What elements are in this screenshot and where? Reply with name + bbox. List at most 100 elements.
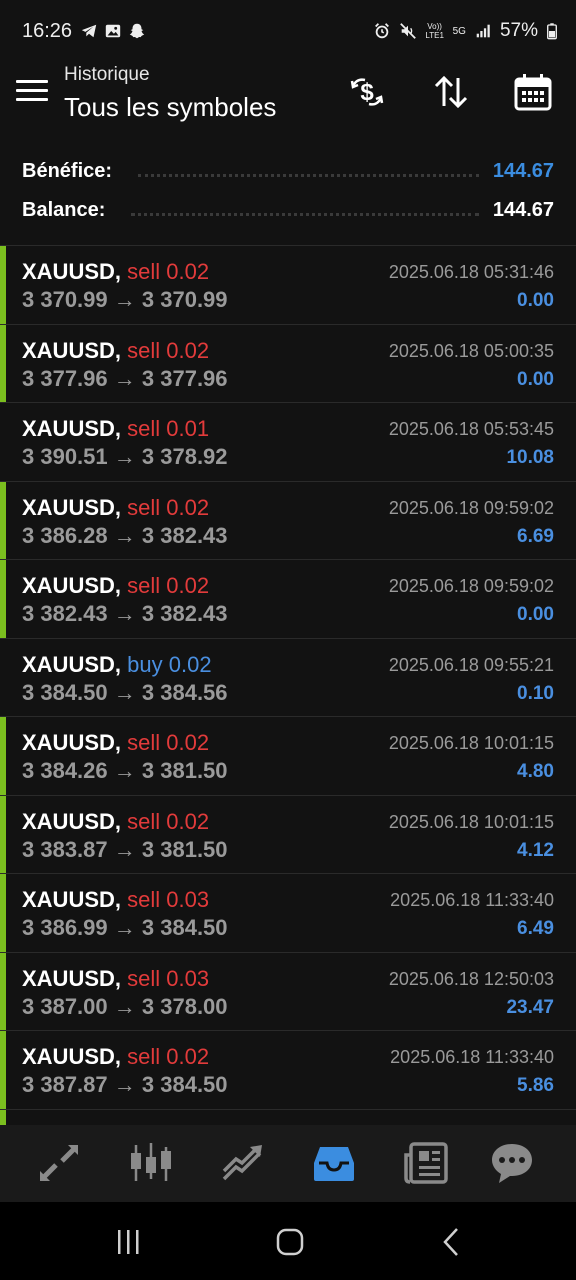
trade-row[interactable]: XAUUSD, sell 0.02 3 383.87 → 3 381.50 2025…: [0, 795, 576, 874]
open-price: 3 384.26: [22, 758, 108, 783]
trade-profit: 0.00: [517, 368, 554, 390]
chart-icon[interactable]: [128, 1141, 174, 1185]
trade-row[interactable]: XAUUSD, sell 0.02: [0, 1109, 576, 1125]
trade-symbol: XAUUSD, buy 0.02: [22, 652, 212, 678]
symbol-name: XAUUSD,: [22, 1044, 122, 1069]
open-price: 3 377.96: [22, 365, 108, 391]
telegram-icon: [81, 24, 97, 38]
trade-symbol: XAUUSD, sell 0.02: [22, 573, 209, 599]
calendar-icon[interactable]: [513, 72, 553, 112]
trade-row[interactable]: XAUUSD, sell 0.02 3 377.96 → 3 377.96 2025…: [0, 324, 576, 403]
trade-prices: 3 386.28 → 3 382.43: [22, 523, 228, 549]
trade-row[interactable]: XAUUSD, buy 0.02 3 384.50 → 3 384.56 2025.…: [0, 639, 576, 717]
trade-row[interactable]: XAUUSD, sell 0.02 3 386.28 → 3 382.43 2025…: [0, 481, 576, 560]
position-indicator-bar: [0, 1109, 6, 1125]
trade-prices: 3 384.50 → 3 384.56: [22, 680, 228, 706]
trade-row[interactable]: XAUUSD, sell 0.02 3 387.87 → 3 384.50 2025…: [0, 1031, 576, 1110]
svg-text:$: $: [360, 79, 374, 106]
sort-icon[interactable]: [431, 72, 471, 112]
trade-prices: 3 390.51 → 3 378.92: [22, 444, 228, 470]
symbol-name: XAUUSD,: [22, 337, 122, 363]
open-price: 3 387.00: [22, 993, 108, 1019]
trade-volume: 0.02: [168, 651, 212, 677]
trade-row[interactable]: XAUUSD, sell 0.02 3 382.43 → 3 382.43 2025…: [0, 560, 576, 639]
open-price: 3 390.51: [22, 444, 108, 469]
arrow-icon: →: [113, 836, 136, 862]
trade-volume: 0.02: [166, 494, 210, 520]
trade-profit: 5.86: [517, 1075, 554, 1096]
trade-row[interactable]: XAUUSD, sell 0.03 3 386.99 → 3 384.50 2025…: [0, 874, 576, 953]
volte-icon: Vo)) LTE1: [425, 22, 444, 40]
trade-row[interactable]: XAUUSD, sell 0.02 3 384.26 → 3 381.50 2025…: [0, 717, 576, 796]
symbol-name: XAUUSD,: [22, 887, 122, 912]
messages-icon[interactable]: [489, 1141, 535, 1185]
status-bar: 16:26 Vo)) LTE1 5G 57%: [0, 0, 576, 60]
symbol-name: XAUUSD,: [22, 416, 122, 441]
mute-icon: [399, 23, 416, 39]
trade-profit: 0.00: [517, 604, 554, 625]
trade-time: 2025.06.18 12:50:03: [388, 968, 554, 989]
menu-icon-line: [16, 89, 48, 92]
close-price: 3 384.50: [141, 1072, 228, 1097]
5g-icon: 5G: [452, 25, 466, 37]
arrow-icon: →: [113, 365, 136, 391]
dotted-leader: [131, 212, 479, 216]
trade-side: sell: [127, 730, 161, 755]
close-price: 3 382.43: [141, 601, 228, 626]
header-subtitle: Historique: [64, 64, 150, 85]
trade-symbol: XAUUSD, sell 0.03: [22, 887, 209, 913]
trade-profit: 23.47: [506, 996, 554, 1018]
back-button[interactable]: [432, 1226, 472, 1258]
trade-prices: 3 387.00 → 3 378.00: [22, 994, 228, 1020]
trade-profit: 10.08: [506, 447, 554, 468]
trade-volume: 0.02: [166, 1044, 210, 1069]
currency-exchange-icon[interactable]: $: [347, 72, 387, 112]
profit-value: 144.67: [492, 159, 554, 182]
position-indicator-bar: [0, 874, 6, 952]
quotes-icon[interactable]: [36, 1141, 82, 1185]
menu-icon-line: [16, 80, 48, 83]
trade-time: 2025.06.18 05:53:45: [388, 419, 554, 439]
trade-side: sell: [127, 337, 161, 363]
trade-row[interactable]: XAUUSD, sell 0.02 3 370.99 → 3 370.99 2025…: [0, 246, 576, 325]
status-left-icons: [80, 22, 146, 40]
trade-side: sell: [127, 416, 161, 441]
trade-side: sell: [127, 808, 161, 834]
trade-volume: 0.02: [166, 808, 210, 834]
menu-button[interactable]: [16, 80, 48, 106]
symbol-name: XAUUSD,: [22, 494, 122, 520]
trade-icon[interactable]: [220, 1141, 266, 1185]
trade-volume: 0.02: [166, 730, 210, 755]
balance-row: Balance: 144.67: [22, 195, 554, 225]
header-title[interactable]: Tous les symboles: [64, 92, 276, 123]
trade-side: sell: [127, 965, 161, 991]
image-icon: [105, 24, 121, 38]
trade-symbol: XAUUSD, sell 0.02: [22, 730, 209, 756]
trade-profit: 0.10: [517, 682, 554, 704]
open-price: 3 386.28: [22, 522, 108, 548]
home-button[interactable]: [270, 1226, 310, 1258]
status-right-icons: Vo)) LTE1 5G 57%: [373, 20, 558, 42]
trade-time: 2025.06.18 09:59:02: [388, 497, 554, 518]
trade-symbol: XAUUSD, sell 0.02: [22, 338, 209, 364]
trade-row[interactable]: XAUUSD, sell 0.01 3 390.51 → 3 378.92 2025…: [0, 403, 576, 482]
trade-prices: 3 370.99 → 3 370.99: [22, 287, 228, 313]
trade-volume: 0.02: [166, 573, 210, 598]
position-indicator-bar: [0, 246, 6, 324]
arrow-icon: →: [113, 287, 136, 312]
recents-button[interactable]: [108, 1226, 148, 1258]
trade-volume: 0.03: [166, 887, 210, 912]
trade-list[interactable]: XAUUSD, sell 0.02 3 370.99 → 3 370.99 2025…: [0, 245, 576, 1125]
history-icon[interactable]: [311, 1141, 357, 1185]
position-indicator-bar: [0, 717, 6, 795]
bottom-nav: [0, 1125, 576, 1202]
trade-time: 2025.06.18 05:00:35: [388, 340, 554, 361]
system-nav: [0, 1202, 576, 1280]
trade-row[interactable]: XAUUSD, sell 0.03 3 387.00 → 3 378.00 2025…: [0, 952, 576, 1031]
trade-symbol: XAUUSD, sell 0.03: [22, 966, 209, 992]
trade-side: sell: [127, 494, 161, 520]
screen: 16:26 Vo)) LTE1 5G 57% Historique Tous l…: [0, 0, 576, 1280]
news-icon[interactable]: [403, 1141, 449, 1185]
profit-label: Bénéfice:: [22, 159, 113, 182]
position-indicator-bar: [0, 324, 6, 402]
